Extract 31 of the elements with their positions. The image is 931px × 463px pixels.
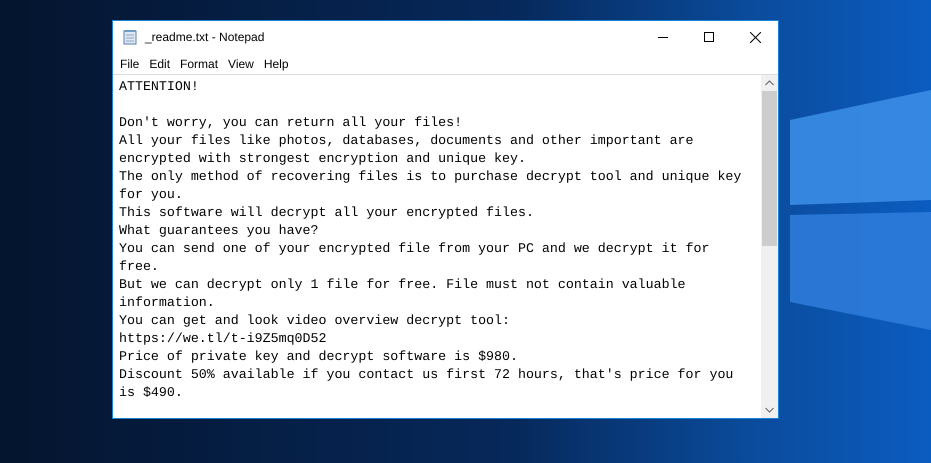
text-line: free. <box>119 258 160 276</box>
text-line: Discount 50% available if you contact us first 72 hours, that's price for you <box>119 366 734 384</box>
text-line: You can get and look video overview decrypt tool: <box>119 312 511 330</box>
text-line: What guarantees you have? <box>119 222 320 240</box>
text-line: ATTENTION! <box>119 78 200 96</box>
text-line: All your files like photos, databases, documents and other important are <box>119 132 695 150</box>
scrollbar-thumb[interactable] <box>762 91 777 246</box>
text-line: information. <box>119 294 216 312</box>
text-line: You can send one of your encrypted file from your PC and we decrypt it for <box>119 240 710 258</box>
text-line: The only method of recovering files is to purchase decrypt tool and unique key <box>119 168 742 186</box>
text-line: This software will decrypt all your encrypted files. <box>119 204 535 222</box>
text-line: But we can decrypt only 1 file for free. File must not contain valuable <box>119 276 687 294</box>
maximize-icon <box>704 32 714 42</box>
text-line: for you. <box>119 186 184 204</box>
text-line: is $490. <box>119 384 184 402</box>
menu-item[interactable]: File <box>116 54 144 72</box>
text-line: Price of private key and decrypt software is $980. <box>119 348 519 366</box>
menu-item[interactable]: Edit <box>145 54 174 72</box>
menu-item[interactable]: View <box>224 54 258 72</box>
window-title: _readme.txt - Notepad <box>145 29 264 46</box>
scrollbar[interactable] <box>761 75 778 418</box>
scroll-down-icon <box>765 407 774 413</box>
menu-item[interactable]: Help <box>260 54 293 72</box>
minimize-icon <box>658 36 668 38</box>
notepad-icon <box>122 29 138 45</box>
text-line: Don't worry, you can return all your files! <box>119 114 464 132</box>
text-line: https://we.tl/t-i9Z5mq0D52 <box>119 330 328 348</box>
close-icon <box>750 32 760 42</box>
menu-item[interactable]: Format <box>176 54 222 72</box>
text-line: encrypted with strongest encryption and unique key. <box>119 150 527 168</box>
scroll-up-icon <box>765 80 774 86</box>
